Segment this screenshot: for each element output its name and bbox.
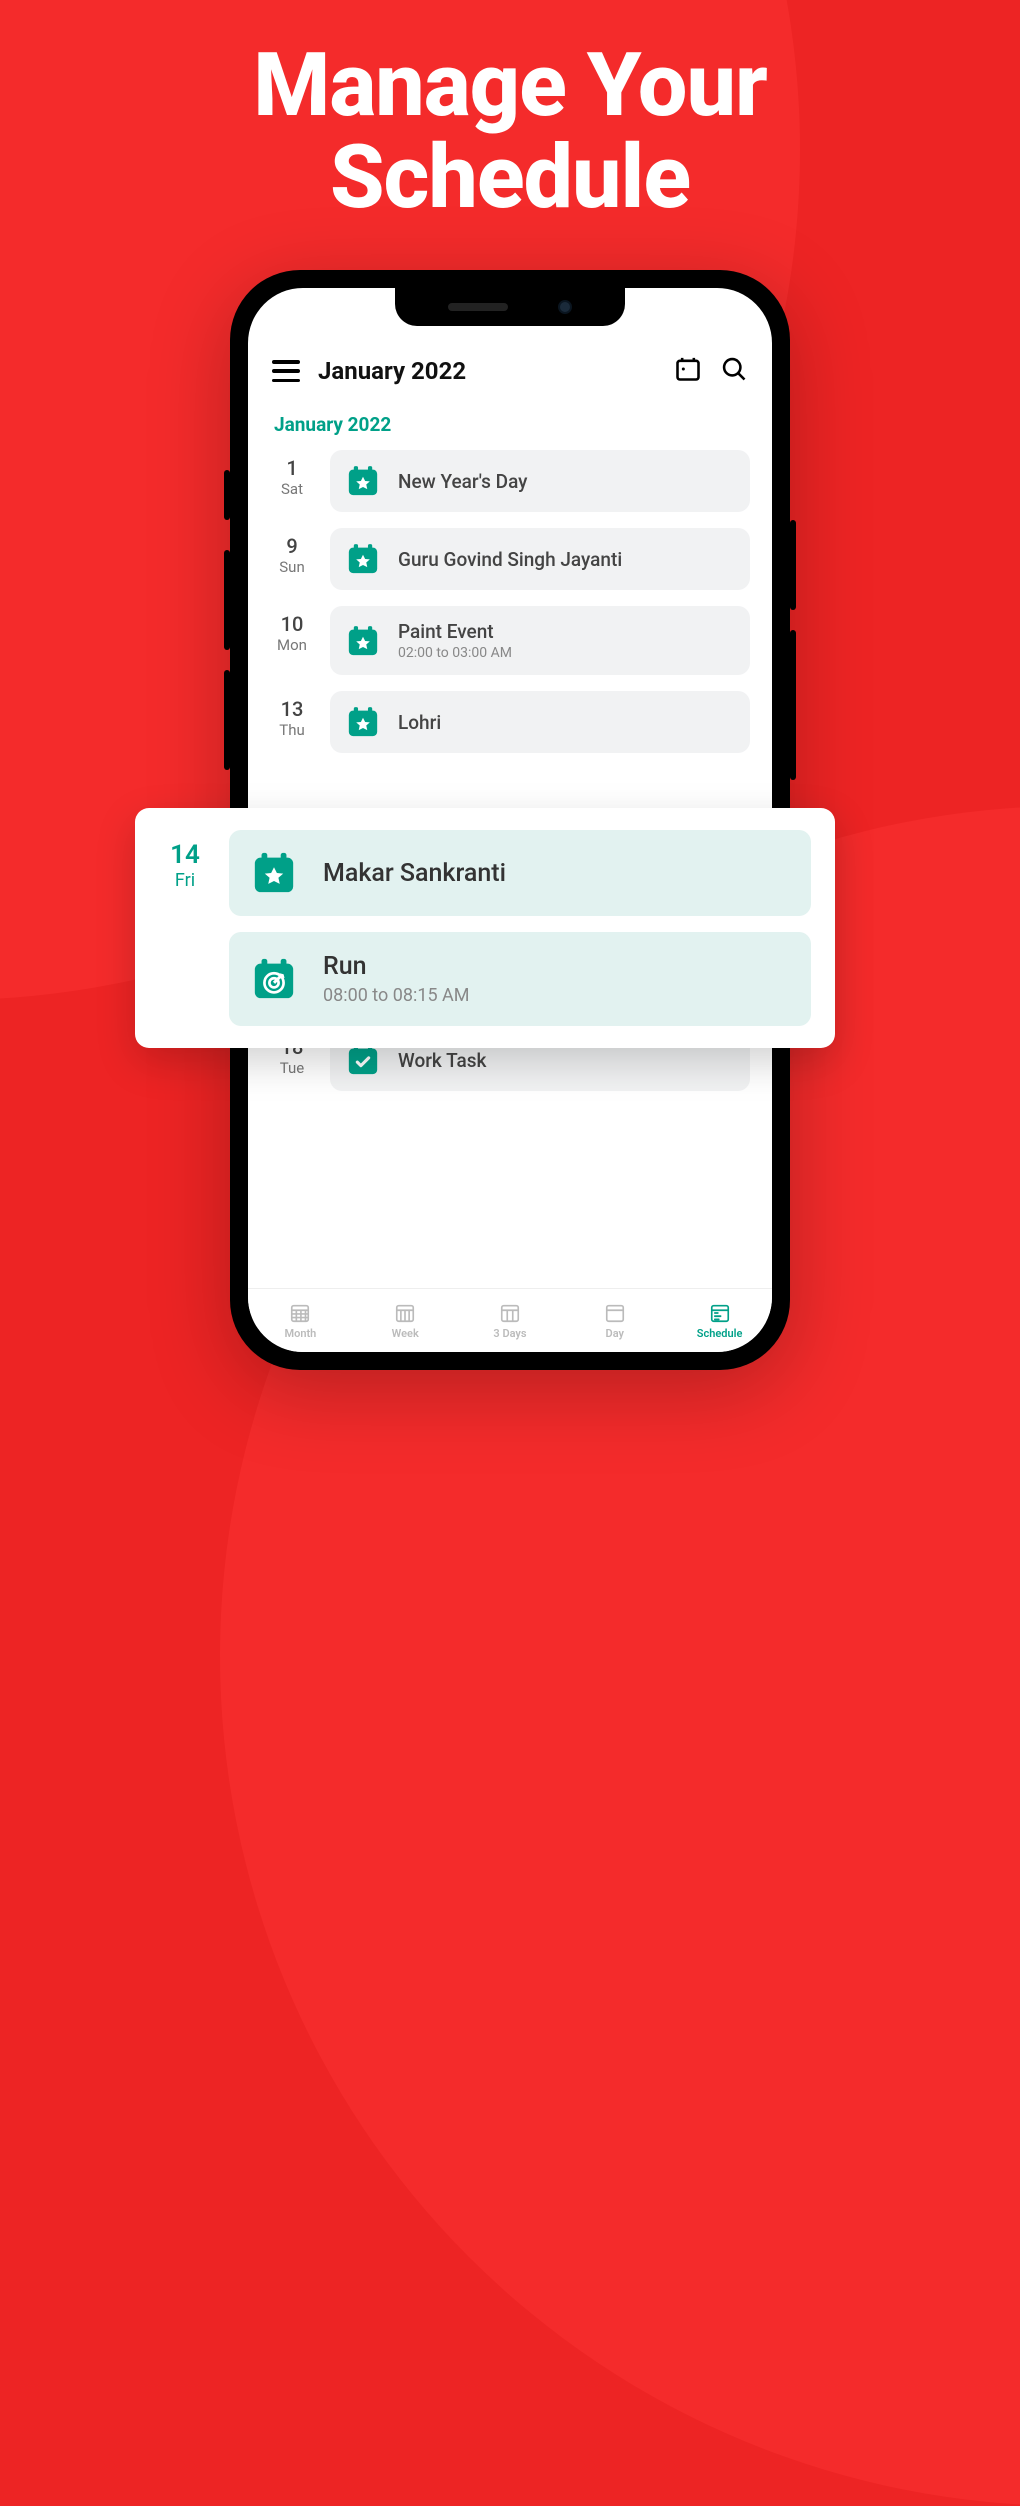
event-card[interactable]: Guru Govind Singh Jayanti bbox=[330, 528, 750, 590]
event-title: Run bbox=[323, 952, 469, 981]
date-weekday: Sat bbox=[270, 480, 314, 498]
date-column: 13 Thu bbox=[270, 691, 314, 739]
date-number: 13 bbox=[270, 697, 314, 721]
schedule-row: 1 Sat New Year's Day bbox=[270, 450, 750, 512]
calendar-star-icon bbox=[251, 850, 297, 896]
calendar-star-icon bbox=[346, 464, 380, 498]
tab-label: Month bbox=[284, 1327, 316, 1340]
event-time: 02:00 to 03:00 AM bbox=[398, 645, 512, 661]
event-card[interactable]: Lohri bbox=[330, 691, 750, 753]
tab-day[interactable]: Day bbox=[562, 1289, 667, 1352]
calendar-check-icon bbox=[346, 1043, 380, 1077]
date-column: 9 Sun bbox=[270, 528, 314, 576]
tab-schedule[interactable]: Schedule bbox=[667, 1289, 772, 1352]
event-card[interactable]: Makar Sankranti bbox=[229, 830, 811, 916]
tab-3days[interactable]: 3 Days bbox=[458, 1289, 563, 1352]
calendar-star-icon bbox=[346, 542, 380, 576]
app-header: January 2022 bbox=[248, 343, 772, 395]
date-weekday: Sun bbox=[270, 558, 314, 576]
schedule-row: 9 Sun Guru Govind Singh Jayanti bbox=[270, 528, 750, 590]
event-title: Guru Govind Singh Jayanti bbox=[398, 548, 622, 571]
date-column: 1 Sat bbox=[270, 450, 314, 498]
tab-month[interactable]: Month bbox=[248, 1289, 353, 1352]
tab-label: Week bbox=[392, 1327, 419, 1340]
event-title: New Year's Day bbox=[398, 470, 527, 493]
calendar-target-icon bbox=[251, 956, 297, 1002]
tab-label: 3 Days bbox=[493, 1327, 526, 1340]
promo-headline: Manage Your Schedule bbox=[0, 0, 1020, 225]
bottom-tab-bar: Month Week 3 Days Day Schedule bbox=[248, 1288, 772, 1352]
tab-label: Day bbox=[606, 1327, 624, 1340]
event-title: Lohri bbox=[398, 711, 441, 734]
event-card[interactable]: Run 08:00 to 08:15 AM bbox=[229, 932, 811, 1026]
event-title: Work Task bbox=[398, 1049, 486, 1072]
month-heading: January 2022 bbox=[270, 403, 750, 450]
event-card[interactable]: Paint Event 02:00 to 03:00 AM bbox=[330, 606, 750, 675]
page-title: January 2022 bbox=[318, 357, 656, 385]
phone-notch bbox=[395, 288, 625, 326]
event-title: Paint Event bbox=[398, 620, 512, 643]
date-number: 14 bbox=[157, 840, 213, 870]
calendar-star-icon bbox=[346, 705, 380, 739]
tab-label: Schedule bbox=[697, 1327, 743, 1340]
headline-line-1: Manage Your bbox=[0, 40, 1020, 132]
date-weekday: Thu bbox=[270, 721, 314, 739]
date-column-highlight: 14 Fri bbox=[157, 830, 213, 891]
tab-week[interactable]: Week bbox=[353, 1289, 458, 1352]
date-number: 10 bbox=[270, 612, 314, 636]
date-number: 1 bbox=[270, 456, 314, 480]
date-weekday: Mon bbox=[270, 636, 314, 654]
event-time: 08:00 to 08:15 AM bbox=[323, 985, 469, 1006]
highlighted-day-card: 14 Fri Makar Sankranti Run 08:00 to 08:1… bbox=[135, 808, 835, 1048]
schedule-row: 13 Thu Lohri bbox=[270, 691, 750, 753]
date-weekday: Fri bbox=[157, 870, 213, 891]
schedule-row: 10 Mon Paint Event 02:00 to 03:00 AM bbox=[270, 606, 750, 675]
date-number: 9 bbox=[270, 534, 314, 558]
calendar-star-icon bbox=[346, 624, 380, 658]
event-title: Makar Sankranti bbox=[323, 859, 506, 888]
headline-line-2: Schedule bbox=[0, 132, 1020, 224]
event-card[interactable]: New Year's Day bbox=[330, 450, 750, 512]
calendar-icon[interactable] bbox=[674, 355, 702, 387]
menu-icon[interactable] bbox=[272, 360, 300, 382]
date-weekday: Tue bbox=[270, 1059, 314, 1077]
date-column: 10 Mon bbox=[270, 606, 314, 654]
search-icon[interactable] bbox=[720, 355, 748, 387]
